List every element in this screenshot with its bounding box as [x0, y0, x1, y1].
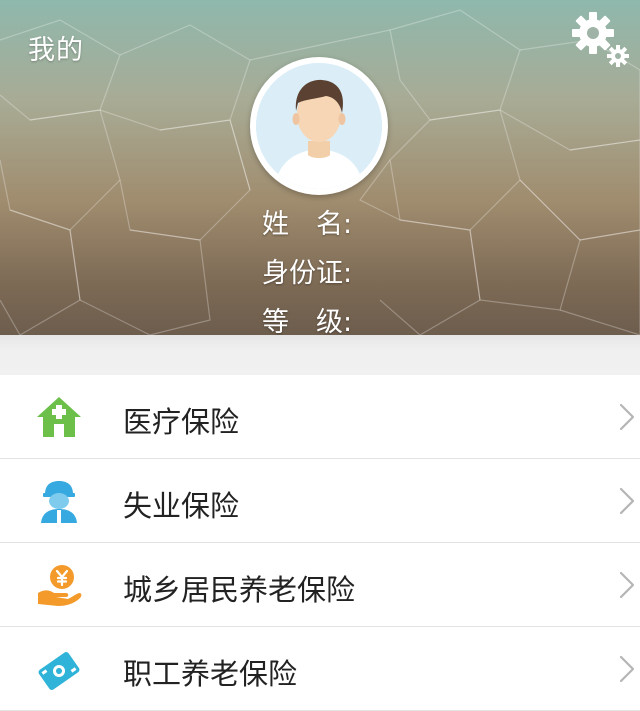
menu-item-unemployment-insurance[interactable]: 失业保险 — [0, 459, 640, 543]
settings-button[interactable] — [566, 8, 634, 70]
menu-item-label: 医疗保险 — [123, 405, 240, 439]
chevron-right-icon — [619, 655, 635, 683]
insurance-menu: 医疗保险 失业保险 城乡居民养老保险 职工养老保险 — [0, 375, 640, 711]
menu-item-employee-pension[interactable]: 职工养老保险 — [0, 627, 640, 711]
section-divider — [0, 335, 640, 375]
menu-item-label: 失业保险 — [123, 489, 240, 523]
user-avatar-icon — [256, 63, 382, 189]
menu-item-urban-rural-pension[interactable]: 城乡居民养老保险 — [0, 543, 640, 627]
avatar-image — [256, 63, 382, 189]
profile-header: 我的 姓 名: 身份证: 等 级: — [0, 0, 640, 335]
chevron-right-icon — [619, 403, 635, 431]
house-plus-icon — [37, 397, 81, 437]
id-card-label: 身份证: — [262, 258, 353, 289]
chevron-right-icon — [619, 571, 635, 599]
gear-icon — [572, 12, 629, 67]
hand-coin-icon — [38, 565, 82, 606]
menu-item-medical-insurance[interactable]: 医疗保险 — [0, 375, 640, 459]
name-label: 姓 名: — [262, 209, 353, 240]
chevron-right-icon — [619, 487, 635, 515]
level-label: 等 级: — [262, 307, 353, 335]
avatar[interactable] — [250, 57, 388, 195]
worker-helmet-icon — [41, 481, 77, 523]
page-title: 我的 — [28, 35, 84, 66]
menu-item-label: 城乡居民养老保险 — [123, 573, 356, 607]
card-icon — [38, 652, 80, 690]
